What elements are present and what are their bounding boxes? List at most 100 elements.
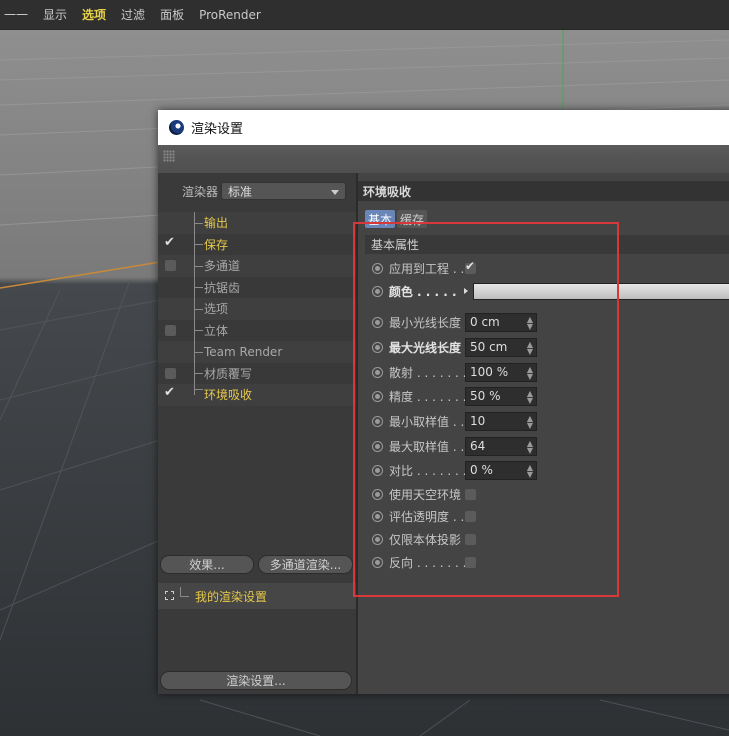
spinner-arrows-icon[interactable]: ▲ ▼ (527, 439, 533, 454)
param-row: 仅限本体投影 (372, 528, 729, 550)
menu-bar: 一一 显示 选项 过滤 面板 ProRender (0, 0, 729, 30)
expand-icon[interactable] (165, 591, 174, 600)
tree-item[interactable]: 抗锯齿 (158, 276, 356, 298)
tree-item-label: 选项 (204, 302, 229, 317)
spinner-arrows-icon[interactable]: ▲ ▼ (527, 463, 533, 478)
animate-radio-icon[interactable] (372, 341, 383, 353)
tree-item[interactable]: Team Render (158, 341, 356, 363)
expand-arrow-icon[interactable] (463, 288, 468, 294)
param-label: 散射 . . . . . . . (389, 365, 465, 380)
number-field[interactable]: 50 cm ▲ ▼ (465, 337, 537, 357)
param-row: 反向 . . . . . . . (372, 551, 729, 573)
animate-radio-icon[interactable] (372, 533, 383, 545)
spinner-arrows-icon[interactable]: ▲ ▼ (527, 365, 533, 380)
tree-item[interactable]: 材质覆写 (158, 362, 356, 384)
tab-basic[interactable]: 基本 (365, 210, 396, 228)
preset-row[interactable]: 我的渲染设置 (158, 583, 356, 609)
animate-radio-icon[interactable] (372, 510, 383, 522)
grip-handle-icon[interactable] (163, 150, 175, 162)
checkbox[interactable] (165, 367, 176, 379)
checkbox[interactable] (165, 260, 176, 272)
color-gradient-swatch[interactable] (472, 282, 729, 300)
number-field[interactable]: 100 % ▲ ▼ (465, 362, 537, 382)
param-row: 应用到工程 . . (372, 257, 729, 279)
animate-radio-icon[interactable] (372, 285, 383, 297)
menu-item-filter[interactable]: 过滤 (121, 6, 145, 23)
param-row: 散射 . . . . . . . 100 % ▲ ▼ (372, 361, 729, 383)
spinner-arrows-icon[interactable]: ▲ ▼ (527, 340, 533, 355)
chevron-down-icon (331, 190, 339, 195)
effects-button[interactable]: 效果... (160, 555, 254, 574)
animate-radio-icon[interactable] (372, 488, 383, 500)
animate-radio-icon[interactable] (372, 262, 383, 274)
checkbox[interactable] (165, 324, 176, 336)
renderer-row: 渲染器 标准 (158, 181, 356, 201)
tree-branch-icon (180, 587, 189, 597)
param-label: 最小光线长度 (389, 315, 462, 330)
dialog-title: 渲染设置 (191, 122, 244, 137)
number-field[interactable]: 0 cm ▲ ▼ (465, 312, 537, 332)
tree-item-label: 抗锯齿 (204, 280, 241, 295)
renderer-dropdown[interactable]: 标准 (221, 182, 346, 200)
settings-tree: 输出保存多通道抗锯齿选项立体 Team Render 材质覆写环境吸收 (158, 212, 356, 406)
param-label: 评估透明度 . . (389, 509, 465, 524)
number-field-value: 10 (470, 414, 486, 428)
menu-item-prorender[interactable]: ProRender (199, 8, 261, 22)
menu-item-options[interactable]: 选项 (82, 6, 106, 23)
tree-item[interactable]: 立体 (158, 319, 356, 341)
tree-item[interactable]: 选项 (158, 298, 356, 320)
number-field[interactable]: 10 ▲ ▼ (465, 411, 537, 431)
tree-item[interactable]: 多通道 (158, 255, 356, 277)
number-field[interactable]: 50 % ▲ ▼ (465, 386, 537, 406)
tree-item[interactable]: 环境吸收 (158, 384, 356, 406)
param-checkbox[interactable] (465, 488, 476, 500)
menu-item-truncated[interactable]: 一一 (4, 6, 28, 23)
tab-cache[interactable]: 缓存 (397, 210, 428, 228)
tree-item-label: 保存 (204, 237, 229, 252)
animate-radio-icon[interactable] (372, 390, 383, 402)
animate-radio-icon[interactable] (372, 415, 383, 427)
menu-item-panel[interactable]: 面板 (160, 6, 184, 23)
tree-item[interactable]: 保存 (158, 233, 356, 255)
param-row: 评估透明度 . . (372, 505, 729, 527)
spinner-arrows-icon[interactable]: ▲ ▼ (527, 389, 533, 404)
param-label: 最大取样值 . . (389, 439, 465, 454)
section-title: 环境吸收 (358, 181, 729, 201)
param-row: 对比 . . . . . . . 0 % ▲ ▼ (372, 459, 729, 481)
param-row: 最小取样值 . . 10 ▲ ▼ (372, 410, 729, 432)
menu-item-display[interactable]: 显示 (43, 6, 67, 23)
number-field-value: 50 % (470, 389, 501, 403)
param-checkbox[interactable] (465, 510, 476, 522)
param-label: 精度 . . . . . . . (389, 389, 465, 404)
checkbox-checked[interactable] (164, 385, 176, 400)
spinner-arrows-icon[interactable]: ▲ ▼ (527, 414, 533, 429)
checkbox-checked[interactable] (164, 235, 176, 250)
animate-radio-icon[interactable] (372, 440, 383, 452)
animate-radio-icon[interactable] (372, 366, 383, 378)
tab-bar: 基本 缓存 (365, 210, 428, 228)
param-checkbox[interactable] (465, 259, 476, 274)
multipass-render-button[interactable]: 多通道渲染... (258, 555, 353, 574)
render-settings-button[interactable]: 渲染设置... (160, 671, 352, 690)
param-row: 最小光线长度 0 cm ▲ ▼ (372, 311, 729, 333)
number-field-value: 0 % (470, 463, 493, 477)
render-settings-dialog: 渲染设置 渲染器 标准 输出保存多通道抗锯齿选项立体 Team Render 材质覆… (158, 110, 729, 694)
param-row: 使用天空环境 (372, 483, 729, 505)
number-field[interactable]: 64 ▲ ▼ (465, 436, 537, 456)
param-label: 仅限本体投影 (389, 532, 462, 547)
param-row: 最大光线长度 50 cm ▲ ▼ (372, 336, 729, 358)
number-field[interactable]: 0 % ▲ ▼ (465, 460, 537, 480)
param-checkbox[interactable] (465, 556, 476, 568)
spinner-arrows-icon[interactable]: ▲ ▼ (527, 315, 533, 330)
tree-item-label: 多通道 (204, 259, 241, 274)
param-label: 最小取样值 . . (389, 414, 465, 429)
animate-radio-icon[interactable] (372, 556, 383, 568)
group-header-basic-properties: 基本属性 (365, 235, 729, 254)
dialog-titlebar[interactable]: 渲染设置 (158, 110, 729, 145)
animate-radio-icon[interactable] (372, 464, 383, 476)
animate-radio-icon[interactable] (372, 316, 383, 328)
param-checkbox[interactable] (465, 533, 476, 545)
tree-item[interactable]: 输出 (158, 212, 356, 234)
param-row: 精度 . . . . . . . 50 % ▲ ▼ (372, 385, 729, 407)
preset-label: 我的渲染设置 (195, 589, 268, 604)
